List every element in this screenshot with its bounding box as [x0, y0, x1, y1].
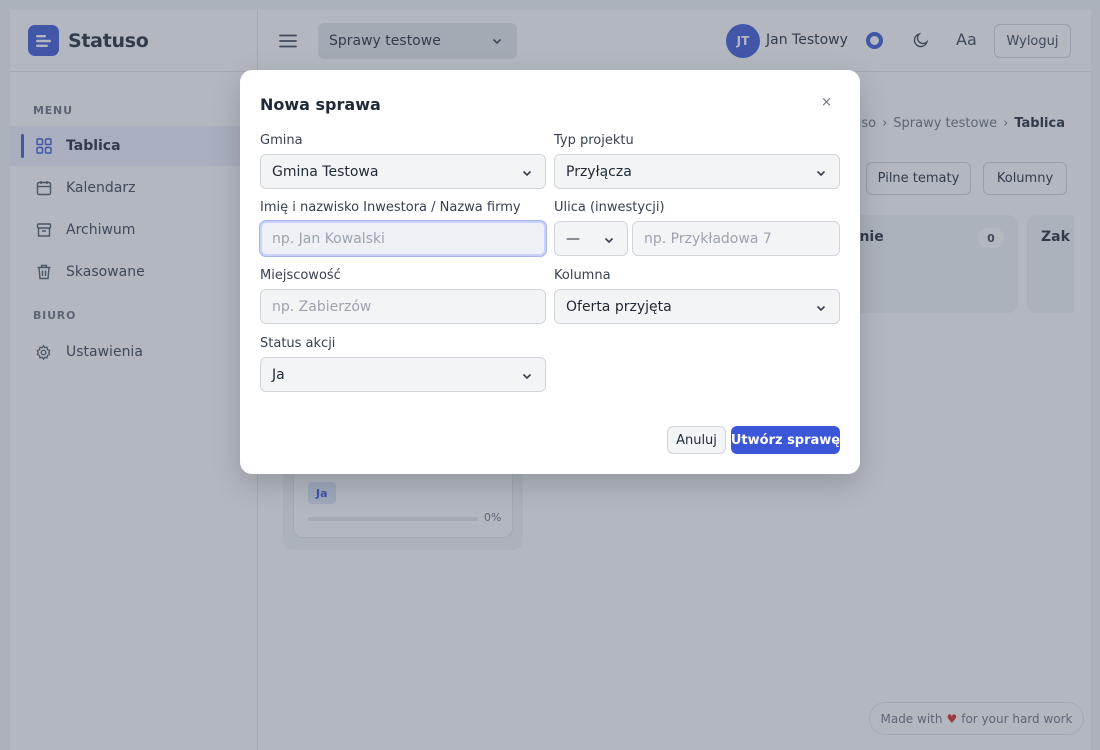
street-prefix-select[interactable]: — — [554, 221, 628, 256]
new-case-dialog: Nowa sprawa × Gmina Gmina Testowa Typ pr… — [240, 70, 860, 474]
investor-input-placeholder: np. Jan Kowalski — [272, 230, 385, 247]
chevron-down-icon — [521, 167, 533, 183]
street-label: Ulica (inwestycji) — [554, 200, 665, 215]
investor-input[interactable]: np. Jan Kowalski — [260, 221, 546, 256]
street-prefix-value: — — [566, 230, 580, 247]
chevron-down-icon — [815, 167, 827, 183]
chevron-down-icon — [521, 370, 533, 386]
gmina-select-value: Gmina Testowa — [272, 163, 379, 180]
gmina-select[interactable]: Gmina Testowa — [260, 154, 546, 189]
close-icon[interactable]: × — [821, 95, 832, 110]
action-status-select[interactable]: Ja — [260, 357, 546, 392]
city-input-placeholder: np. Zabierzów — [272, 298, 372, 315]
cancel-button[interactable]: Anuluj — [667, 426, 726, 454]
column-select-value: Oferta przyjęta — [566, 298, 672, 315]
project-type-select-value: Przyłącza — [566, 163, 632, 180]
street-input-placeholder: np. Przykładowa 7 — [644, 230, 772, 247]
dialog-title: Nowa sprawa — [260, 95, 381, 114]
investor-label: Imię i nazwisko Inwestora / Nazwa firmy — [260, 200, 521, 215]
create-case-button[interactable]: Utwórz sprawę — [731, 426, 840, 454]
gmina-label: Gmina — [260, 133, 303, 148]
column-label: Kolumna — [554, 268, 611, 283]
chevron-down-icon — [815, 302, 827, 318]
chevron-down-icon — [603, 234, 615, 250]
column-select[interactable]: Oferta przyjęta — [554, 289, 840, 324]
street-input[interactable]: np. Przykładowa 7 — [632, 221, 840, 256]
city-label: Miejscowość — [260, 268, 341, 283]
action-status-label: Status akcji — [260, 336, 336, 351]
action-status-select-value: Ja — [272, 366, 285, 383]
city-input[interactable]: np. Zabierzów — [260, 289, 546, 324]
project-type-select[interactable]: Przyłącza — [554, 154, 840, 189]
project-type-label: Typ projektu — [554, 133, 634, 148]
